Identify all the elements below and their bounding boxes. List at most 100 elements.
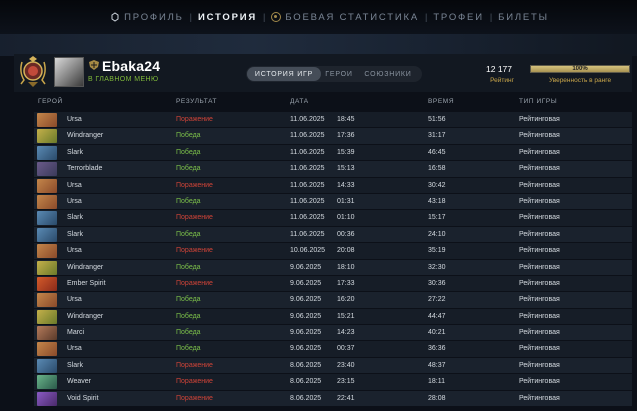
match-row[interactable]: Slark Поражение 8.06.2025 23:40 48:37 Рейтинг… (34, 357, 632, 375)
match-duration: 28:08 (428, 394, 446, 402)
match-time: 15:13 (337, 165, 355, 173)
nav-separator: | (424, 12, 428, 22)
match-row[interactable]: Marci Победа 9.06.2025 14:23 40:21 Рейтингова… (34, 325, 632, 342)
nav-history[interactable]: ИСТОРИЯ (198, 12, 257, 23)
match-row[interactable]: Ember Spirit Поражение 9.06.2025 17:33 30:36… (34, 275, 632, 293)
hero-portrait-icon (37, 260, 57, 275)
hero-portrait-icon (37, 145, 57, 160)
hero-portrait-icon (37, 178, 57, 193)
match-date: 11.06.2025 (290, 165, 325, 173)
hero-name: Ursa (67, 345, 82, 353)
match-row[interactable]: Terrorblade Победа 11.06.2025 15:13 16:58 Рей… (34, 161, 632, 178)
match-duration: 44:47 (428, 312, 446, 320)
hero-portrait-icon (37, 309, 57, 324)
nav-profile[interactable]: ПРОФИЛЬ (110, 12, 183, 23)
player-status: В ГЛАВНОМ МЕНЮ (88, 76, 159, 83)
match-time: 17:33 (337, 279, 355, 287)
match-result: Победа (176, 197, 201, 205)
match-date: 11.06.2025 (290, 214, 325, 222)
match-time: 00:36 (337, 230, 355, 238)
hero-name: Void Spirit (67, 394, 99, 402)
tab-allies[interactable]: СОЮЗНИКИ (357, 67, 419, 81)
match-row[interactable]: Ursa Поражение 11.06.2025 14:33 30:42 Рейтинг… (34, 177, 632, 194)
rating-value: 12 177 (486, 64, 512, 74)
table-header: ГЕРОЙ РЕЗУЛЬТАТ ДАТА ВРЕМЯ ТИП ИГРЫ (14, 96, 632, 108)
top-nav: ПРОФИЛЬ | ИСТОРИЯ | БОЕВАЯ СТАТИСТИКА | … (0, 0, 637, 34)
match-date: 9.06.2025 (290, 329, 322, 337)
match-result: Победа (176, 263, 201, 271)
match-row[interactable]: Slark Победа 11.06.2025 00:36 24:10 Рейтингов… (34, 226, 632, 244)
hero-name: Terrorblade (67, 165, 103, 173)
match-row[interactable]: Void Spirit Поражение 8.06.2025 22:41 28:08 Р… (34, 390, 632, 408)
nav-separator: | (263, 12, 266, 22)
hero-portrait-icon (37, 211, 57, 226)
match-type: Рейтинговая (519, 329, 560, 337)
nav-tickets[interactable]: БИЛЕТЫ (498, 12, 549, 23)
hero-portrait-icon (37, 391, 57, 406)
match-date: 8.06.2025 (290, 378, 322, 386)
rank-confidence-label: Уверенность в ранге (548, 77, 612, 84)
match-type: Рейтинговая (519, 181, 560, 189)
hero-portrait-icon (37, 129, 57, 144)
nav-battle-stats[interactable]: БОЕВАЯ СТАТИСТИКА (271, 12, 419, 23)
nav-separator: | (189, 12, 192, 22)
match-row[interactable]: Ursa Победа 9.06.2025 00:37 36:36 Рейтинговая (34, 341, 632, 358)
match-row[interactable]: Windranger Победа 9.06.2025 15:21 44:47 Рейти… (34, 308, 632, 326)
avatar[interactable] (54, 57, 84, 87)
match-type: Рейтинговая (519, 378, 560, 386)
hero-portrait-icon (37, 326, 57, 341)
col-date[interactable]: ДАТА (290, 98, 309, 105)
hero-name: Slark (67, 230, 83, 238)
rank-confidence-bar: 100% (530, 65, 630, 73)
tab-heroes[interactable]: ГЕРОИ (321, 67, 357, 81)
col-result[interactable]: РЕЗУЛЬТАТ (176, 98, 217, 105)
hero-name: Ursa (67, 197, 82, 205)
match-time: 01:10 (337, 214, 355, 222)
match-duration: 18:11 (428, 378, 445, 386)
col-duration[interactable]: ВРЕМЯ (428, 98, 454, 105)
match-duration: 31:17 (428, 132, 446, 140)
match-row[interactable]: Windranger Победа 11.06.2025 17:36 31:17 Рейт… (34, 128, 632, 145)
match-time: 20:08 (337, 247, 355, 255)
match-date: 11.06.2025 (290, 197, 325, 205)
match-row[interactable]: Ursa Поражение 10.06.2025 20:08 35:19 Рейтинг… (34, 243, 632, 260)
col-game-type[interactable]: ТИП ИГРЫ (519, 98, 557, 105)
hero-name: Ursa (67, 116, 82, 123)
match-result: Поражение (176, 247, 213, 255)
match-row[interactable]: Slark Поражение 11.06.2025 01:10 15:17 Рейтин… (34, 210, 632, 227)
match-result: Победа (176, 345, 201, 353)
tab-match-history[interactable]: ИСТОРИЯ ИГР (247, 67, 321, 81)
hero-portrait-icon (37, 293, 57, 308)
match-duration: 48:37 (428, 361, 446, 369)
hero-name: Windranger (67, 132, 104, 140)
nav-trophies[interactable]: ТРОФЕИ (433, 12, 484, 23)
match-result: Победа (176, 296, 201, 304)
hero-portrait-icon (37, 162, 57, 177)
match-duration: 27:22 (428, 296, 446, 304)
match-row[interactable]: Slark Победа 11.06.2025 15:39 46:45 Рейтингов… (34, 144, 632, 162)
match-row[interactable]: Weaver Поражение 8.06.2025 23:15 18:11 Рейтин… (34, 374, 632, 391)
match-result: Победа (176, 312, 201, 320)
match-duration: 51:56 (428, 116, 446, 123)
hero-name: Windranger (67, 263, 104, 271)
hero-portrait-icon (37, 244, 57, 259)
match-row[interactable]: Windranger Победа 9.06.2025 18:10 32:30 Рейти… (34, 259, 632, 276)
hero-name: Ember Spirit (67, 279, 106, 287)
nav-history-label: ИСТОРИЯ (197, 11, 257, 23)
rank-medal-icon (20, 56, 46, 87)
col-hero[interactable]: ГЕРОЙ (38, 98, 63, 105)
match-row[interactable]: Ursa Победа 11.06.2025 01:31 43:18 Рейтингова… (34, 193, 632, 211)
match-date: 9.06.2025 (290, 263, 322, 271)
match-result: Поражение (176, 361, 213, 369)
match-result: Поражение (176, 116, 213, 123)
match-time: 15:39 (337, 148, 355, 156)
match-type: Рейтинговая (519, 361, 560, 369)
match-time: 14:33 (337, 181, 355, 189)
match-row[interactable]: Ursa Поражение 11.06.2025 18:45 51:56 Рейтинг… (34, 112, 632, 129)
match-row[interactable]: Ursa Победа 9.06.2025 16:20 27:22 Рейтинговая (34, 292, 632, 309)
hero-portrait-icon (37, 342, 57, 357)
hero-name: Weaver (67, 378, 91, 386)
rating-label: Рейтинг (490, 77, 514, 84)
match-date: 9.06.2025 (290, 279, 322, 287)
username: Ebaka24 (102, 58, 161, 74)
